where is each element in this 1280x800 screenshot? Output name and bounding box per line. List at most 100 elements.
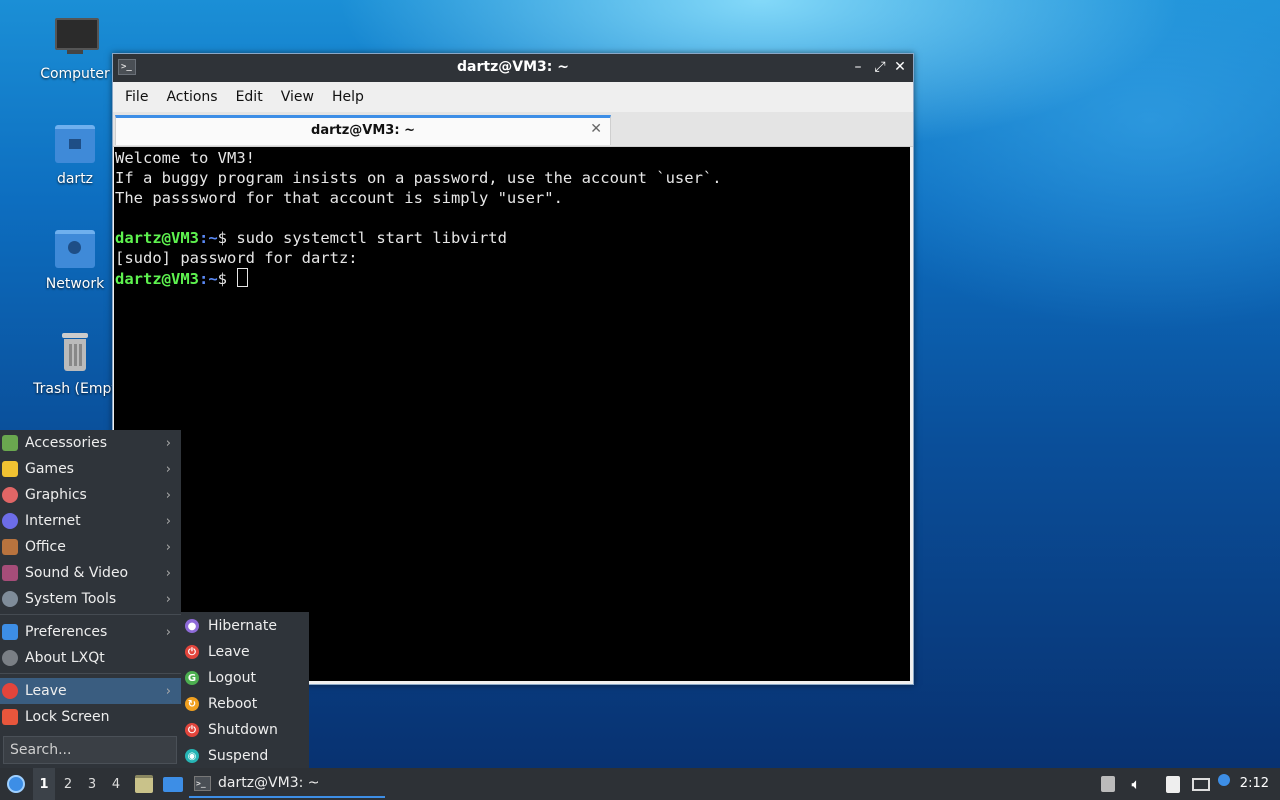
monitor-icon — [53, 16, 99, 60]
preferences-icon — [2, 624, 18, 640]
chevron-right-icon: › — [165, 539, 171, 555]
menu-system-tools[interactable]: System Tools › — [0, 586, 181, 612]
clipboard-icon — [1166, 775, 1180, 793]
file-manager-launcher[interactable] — [134, 768, 154, 800]
submenu-logout[interactable]: G Logout — [181, 665, 309, 691]
menu-accessories[interactable]: Accessories › — [0, 430, 181, 456]
workspace-3-button[interactable]: 3 — [81, 768, 103, 800]
menu-item-label: Internet — [25, 513, 81, 529]
desktop-icon-computer[interactable]: Computer — [27, 16, 123, 82]
maximize-button[interactable]: ⤢ — [871, 58, 889, 76]
submenu-suspend[interactable]: ◉ Suspend — [181, 743, 309, 769]
chevron-right-icon: › — [165, 513, 171, 529]
menu-about-lxqt[interactable]: About LXQt — [0, 645, 181, 671]
window-title: dartz@VM3: ~ — [457, 59, 569, 75]
terminal-output[interactable]: Welcome to VM3! If a buggy program insis… — [114, 147, 910, 681]
menu-actions[interactable]: Actions — [157, 89, 226, 105]
start-menu: Accessories › Games › Graphics › Interne… — [0, 430, 181, 768]
chevron-right-icon: › — [165, 435, 171, 451]
prompt-user: dartz@VM3 — [115, 270, 199, 288]
tray-volume-button[interactable]: 🔈︎ — [1126, 768, 1146, 800]
logout-icon: G — [185, 671, 199, 685]
task-label: dartz@VM3: ~ — [218, 775, 320, 791]
games-icon — [2, 461, 18, 477]
submenu-item-label: Reboot — [208, 696, 258, 712]
chevron-right-icon: › — [165, 624, 171, 640]
desktop-icon-trash[interactable]: Trash (Empt — [27, 331, 123, 397]
submenu-item-label: Shutdown — [208, 722, 278, 738]
tab-close-icon[interactable]: ✕ — [590, 121, 602, 137]
minimize-button[interactable]: – — [849, 58, 867, 76]
network-folder-icon — [53, 226, 97, 270]
lxqt-logo-icon — [7, 775, 25, 793]
workspace-2-button[interactable]: 2 — [57, 768, 79, 800]
home-folder-icon — [53, 121, 97, 165]
menu-file[interactable]: File — [116, 89, 157, 105]
submenu-item-label: Hibernate — [208, 618, 277, 634]
terminal-line: The passsword for that account is simply… — [115, 189, 563, 207]
menu-preferences[interactable]: Preferences › — [0, 619, 181, 645]
menu-graphics[interactable]: Graphics › — [0, 482, 181, 508]
tray-notification-button[interactable] — [1216, 768, 1232, 800]
start-menu-button[interactable] — [4, 768, 28, 800]
menu-lock-screen[interactable]: Lock Screen — [0, 704, 181, 730]
tray-clipboard-button[interactable] — [1163, 768, 1183, 800]
internet-icon — [2, 513, 18, 529]
menu-sound-video[interactable]: Sound & Video › — [0, 560, 181, 586]
chevron-right-icon: › — [165, 461, 171, 477]
submenu-item-label: Leave — [208, 644, 250, 660]
show-desktop-button[interactable] — [162, 768, 184, 800]
workspace-1-button[interactable]: 1 — [33, 768, 55, 800]
close-button[interactable]: ✕ — [891, 58, 909, 76]
menu-edit[interactable]: Edit — [227, 89, 272, 105]
chevron-right-icon: › — [165, 565, 171, 581]
menu-item-label: Accessories — [25, 435, 108, 451]
eject-icon — [1101, 776, 1115, 792]
accessories-icon — [2, 435, 18, 451]
desktop-icon-network[interactable]: Network — [27, 226, 123, 292]
menu-search-input[interactable]: Search... — [3, 736, 177, 764]
menu-help[interactable]: Help — [323, 89, 373, 105]
tab-bar: dartz@VM3: ~ ✕ — [113, 112, 913, 147]
taskbar-task-terminal[interactable]: >_ dartz@VM3: ~ — [189, 770, 385, 798]
terminal-cursor — [237, 268, 249, 287]
notification-icon — [1218, 774, 1230, 786]
submenu-shutdown[interactable]: ⏻ Shutdown — [181, 717, 309, 743]
menu-view[interactable]: View — [272, 89, 323, 105]
menu-leave[interactable]: Leave › — [0, 678, 181, 704]
tray-eject-button[interactable] — [1099, 768, 1117, 800]
terminal-line: Welcome to VM3! — [115, 149, 255, 167]
prompt-path: :~ — [199, 229, 218, 247]
prompt-user: dartz@VM3 — [115, 229, 199, 247]
taskbar: 1 2 3 4 >_ dartz@VM3: ~ 🔈︎ 2:12 — [0, 768, 1280, 800]
tray-network-button[interactable] — [1190, 768, 1212, 800]
menu-item-label: System Tools — [25, 591, 117, 607]
workspace-4-button[interactable]: 4 — [105, 768, 127, 800]
system-tools-icon — [2, 591, 18, 607]
terminal-line: [sudo] password for dartz: — [115, 249, 358, 267]
submenu-reboot[interactable]: ↻ Reboot — [181, 691, 309, 717]
submenu-hibernate[interactable]: ● Hibernate — [181, 613, 309, 639]
menu-games[interactable]: Games › — [0, 456, 181, 482]
shutdown-icon: ⏻ — [185, 723, 199, 737]
prompt-symbol: $ — [217, 229, 228, 247]
menu-office[interactable]: Office › — [0, 534, 181, 560]
network-icon — [1192, 777, 1210, 791]
chevron-right-icon: › — [165, 683, 171, 699]
menu-bar: File Actions Edit View Help — [113, 82, 913, 112]
menu-internet[interactable]: Internet › — [0, 508, 181, 534]
window-titlebar[interactable]: >_ dartz@VM3: ~ – ⤢ ✕ — [113, 54, 913, 82]
menu-item-label: Lock Screen — [25, 709, 110, 725]
terminal-line: If a buggy program insists on a password… — [115, 169, 722, 187]
menu-item-label: Games — [25, 461, 74, 477]
taskbar-clock[interactable]: 2:12 — [1240, 776, 1269, 791]
tab-terminal[interactable]: dartz@VM3: ~ ✕ — [115, 115, 611, 145]
power-icon — [2, 683, 18, 699]
menu-item-label: Leave — [25, 683, 67, 699]
chevron-right-icon: › — [165, 591, 171, 607]
terminal-window[interactable]: >_ dartz@VM3: ~ – ⤢ ✕ File Actions Edit … — [112, 53, 914, 685]
desktop-icon-home[interactable]: dartz — [27, 121, 123, 187]
submenu-leave[interactable]: ⏻ Leave — [181, 639, 309, 665]
tab-title: dartz@VM3: ~ — [311, 123, 415, 138]
